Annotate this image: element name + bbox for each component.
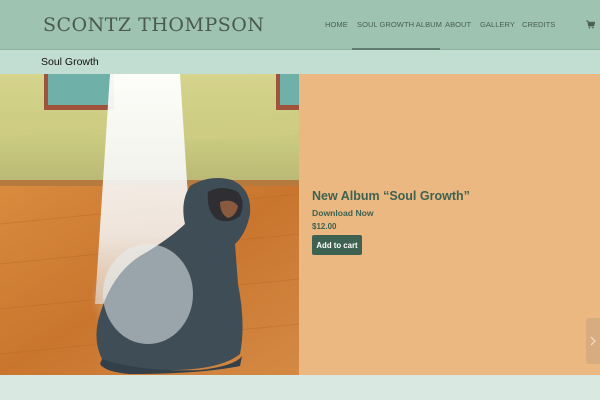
nav-item-home[interactable]: HOME xyxy=(325,20,348,29)
nav-item-about[interactable]: ABOUT xyxy=(445,20,471,29)
main-nav: HOME SOUL GROWTH ALBUM ABOUT GALLERY CRE… xyxy=(0,20,600,32)
add-to-cart-button[interactable]: Add to cart xyxy=(312,235,362,255)
nav-item-credits[interactable]: CREDITS xyxy=(522,20,555,29)
album-title: New Album “Soul Growth” xyxy=(312,189,470,203)
product-info: New Album “Soul Growth” Download Now $12… xyxy=(312,189,572,255)
page-footer xyxy=(0,375,600,400)
album-cover-image[interactable] xyxy=(0,74,299,375)
side-tab-toggle[interactable] xyxy=(586,318,600,364)
product-section: New Album “Soul Growth” Download Now $12… xyxy=(0,74,600,375)
nav-item-soul-growth-album[interactable]: SOUL GROWTH ALBUM xyxy=(357,20,442,29)
cart-icon[interactable] xyxy=(586,20,595,29)
site-header: SCONTZ THOMPSON HOME SOUL GROWTH ALBUM A… xyxy=(0,0,600,50)
chevron-right-icon xyxy=(590,336,596,346)
page-title: Soul Growth xyxy=(41,56,99,68)
nav-item-gallery[interactable]: GALLERY xyxy=(480,20,515,29)
product-price: $12.00 xyxy=(312,222,337,231)
page-title-bar: Soul Growth xyxy=(0,50,600,74)
download-now-link[interactable]: Download Now xyxy=(312,208,572,218)
